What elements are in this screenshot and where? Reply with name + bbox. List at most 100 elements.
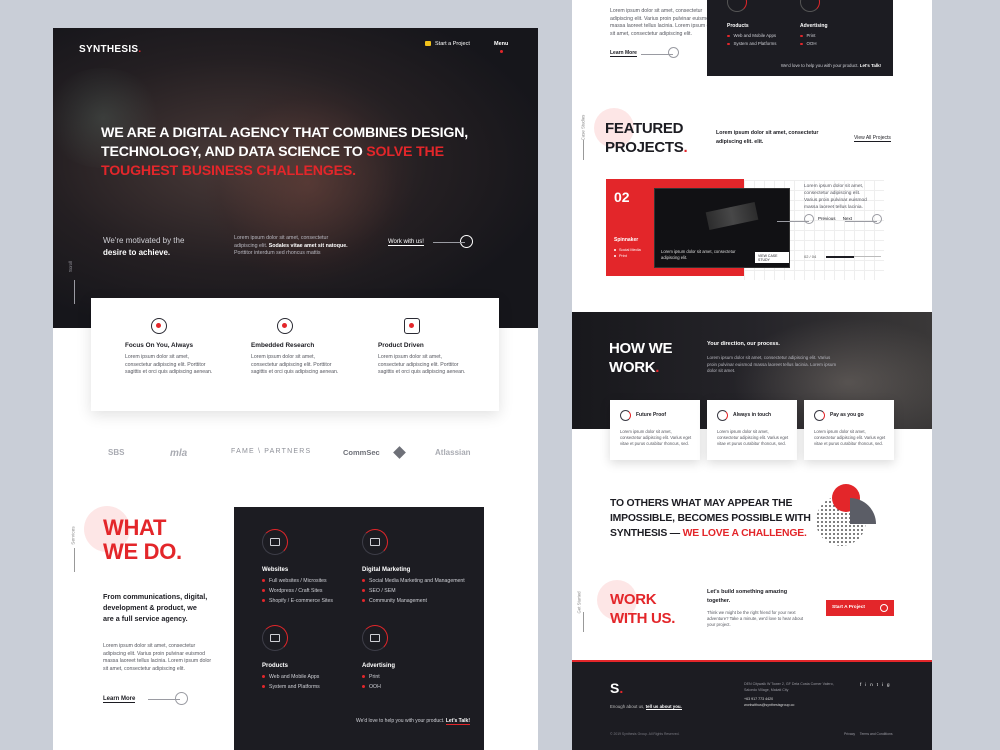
footer-legal: Privacy Terms and Conditions [844,732,893,736]
featured-lead: Lorem ipsum dolor sit amet, consectetur … [716,129,818,146]
icon-accent [409,323,414,328]
arrow-right-icon [845,214,883,224]
project-counter: 02 / 04 [804,254,817,259]
hero-motivated: We're motivated by the desire to achieve… [103,235,184,259]
top-services-panel: Products Web and Mobile Apps System and P… [707,0,893,76]
footer-logo[interactable]: S. [610,680,623,696]
project-name: Spinnaker [614,237,639,243]
social-ig-icon[interactable]: ig [882,682,894,687]
feature-text: Lorem ipsum dolor sit amet, consectetur a… [378,354,498,377]
start-project-button-label: Start A Project [832,605,865,610]
service-item: Web and Mobile Apps [727,32,776,40]
service-2: Digital Marketing Social Media Marketing … [362,529,482,606]
service-item-label: Wordpress / Craft Sites [269,588,323,594]
services-lead-2: development & product, we [103,603,197,612]
featured-title-1: FEATURED [605,120,684,137]
quote-graphic [812,480,902,560]
brand-logo[interactable]: SYNTHESIS. [79,44,141,55]
icon-glyph [370,538,380,546]
project-screen-text: Lorem ipsum dolor sit amet, consectetur … [661,249,736,260]
menu-dot [499,50,503,53]
work-paragraph: Think we might be the right friend for y… [707,610,803,628]
services-help-text: We'd love to help you with your product.… [356,718,470,725]
services-title: WHAT WE DO. [103,516,182,564]
top-products-icon [727,0,747,12]
service-item: System and Platforms [727,40,776,48]
partner-logo: Atlassian [435,448,471,457]
brand-dot: . [138,44,142,55]
terms-link[interactable]: Terms and Conditions [860,732,893,736]
partner-logo: SBS [108,448,125,457]
feature-text-line: consectetur adipiscing elit. Porttitor [125,361,206,368]
scroll-indicator[interactable]: Scroll [68,260,79,310]
how-title: HOW WE WORK. [609,340,673,376]
lets-talk-link[interactable]: Let's Talk! [445,718,470,725]
view-case-study-button[interactable]: VIEW CASE STUDY [755,252,789,263]
project-screen[interactable]: Lorem ipsum dolor sit amet, consectetur … [654,188,790,268]
feature-text-line: consectetur adipiscing elit. Porttitor [378,361,459,368]
homepage-left: SYNTHESIS. Start a Project Menu WE ARE A… [53,28,538,750]
social-in-icon[interactable]: in [865,682,877,687]
feature-text-line: Lorem ipsum dolor sit amet, [251,354,316,360]
start-project-link[interactable]: Start a Project [425,41,470,47]
view-all-projects-link[interactable]: View All Projects [854,135,891,142]
hero-para-a: Lorem ipsum dolor sit amet, consectetur [234,235,329,241]
work-with-us-link[interactable]: Work with us! [388,235,473,248]
previous-button[interactable]: Previous [777,214,836,224]
how-paragraph: Lorem ipsum dolor sit amet, consectetur … [707,355,837,375]
icon-accent [282,323,287,328]
top-learn-more-link[interactable]: Learn More [610,47,680,58]
how-card: Pay as you go Lorem ipsum dolor sit amet,… [804,400,894,460]
next-button[interactable]: Next [843,214,883,224]
privacy-link[interactable]: Privacy [844,732,855,736]
top-help-label: We'd love to help you with your product. [780,63,859,68]
project-tag-label: Print [619,254,627,258]
footer-tell-link[interactable]: tell us about you. [645,704,682,710]
quote-line-2: IMPOSSIBLE, BECOMES POSSIBLE WITH [610,513,811,524]
arrow-right-icon [880,604,888,612]
bullet-dot [362,579,365,583]
learn-more-link[interactable]: Learn More [103,692,189,705]
work-title-1: WORK [610,591,657,608]
project-side-text: Lorem ipsum dolor sit amet, consectetur … [804,183,867,211]
project-tag-label: Social Media [619,248,641,252]
progress-fill [826,256,854,258]
service-item: Print [800,32,817,40]
menu-button[interactable]: Menu [494,41,508,53]
help-label: We'd love to help you with your product. [356,718,445,724]
side-4: massa laoreet tellus lacinia. [804,205,863,210]
work-lead-2: together. [707,597,731,604]
footer: S. Enough about us, tell us about you. D… [572,660,932,750]
arrow-right-icon [641,47,680,58]
hero-line-1: WE ARE A DIGITAL AGENCY THAT COMBINES DE… [101,125,468,141]
feature-text-line: sagittis et orci quis adipiscing aenean. [125,369,213,376]
how-card-line: vitae et purus curabitur rhoncus, sed. [620,441,689,446]
feature-3: Product Driven Lorem ipsum dolor sit amet… [378,318,498,377]
device-icon [262,625,288,651]
services-lead-3: are a full service agency. [103,614,188,623]
top-lets-talk-link[interactable]: Let's Talk! [860,63,881,68]
how-card-title: Future Proof [636,412,666,418]
service-item-label: Shopify / E-commerce Sites [269,598,334,604]
billboard-icon [362,625,388,651]
feature-title: Product Driven [378,342,424,349]
megaphone-icon [362,529,388,555]
bullet-dot [362,675,365,679]
hero-line-2a: TECHNOLOGY, AND DATA SCIENCE TO [101,144,367,160]
feature-title: Embedded Research [251,342,315,349]
magnifier-icon [277,318,293,334]
start-project-button[interactable]: Start A Project [826,600,894,616]
services-lead-1: From communications, digital, [103,592,208,601]
bullet-dot [262,685,265,689]
services-line [74,548,75,572]
top-products-list: Web and Mobile Apps System and Platforms [727,32,776,48]
how-card-text: Lorem ipsum dolor sit amet, consectetur a… [717,429,788,447]
footer-email[interactable]: workwithus@synthesisgroup.co [744,703,834,709]
service-title: Advertising [362,663,396,669]
project-screen-logo [705,201,759,231]
top-advertising-list: Print OOH [800,32,817,48]
quote-line-3b: WE LOVE A CHALLENGE. [682,528,807,539]
footer-copyright: © 2019 Synthesis Group. All Rights Reser… [610,732,680,736]
arrow-left-icon [777,214,814,224]
footer-contact: DEN Citywalk W Tower 2, GF Dela Costa Co… [744,682,834,708]
